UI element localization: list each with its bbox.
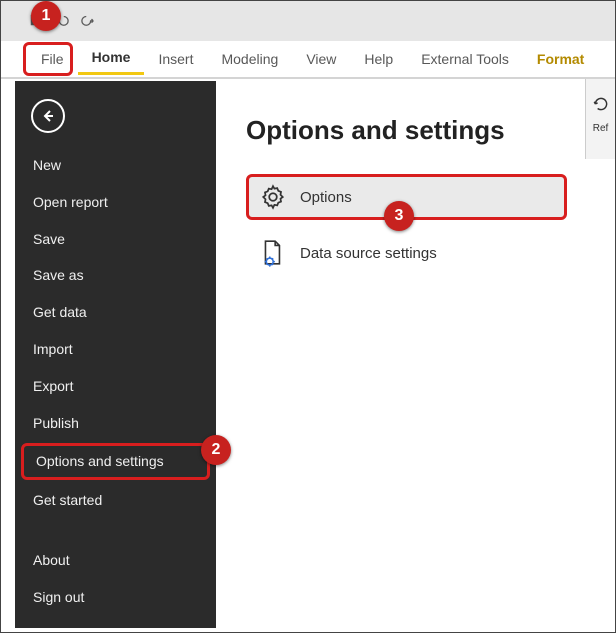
ribbon-tabs: File Home Insert Modeling View Help Exte… [1, 41, 615, 79]
tab-help[interactable]: Help [350, 45, 407, 73]
ribbon-refresh-fragment: Ref [585, 79, 615, 159]
menu-export[interactable]: Export [15, 368, 216, 405]
gear-icon [260, 184, 286, 210]
data-source-settings-row[interactable]: Data source settings [246, 230, 567, 276]
annotation-callout-1: 1 [31, 1, 61, 31]
document-gear-icon [260, 240, 286, 266]
refresh-label-fragment: Ref [593, 123, 609, 134]
menu-publish[interactable]: Publish [15, 405, 216, 442]
tab-home[interactable]: Home [78, 43, 145, 75]
page-title: Options and settings [246, 115, 567, 146]
menu-new[interactable]: New [15, 147, 216, 184]
redo-icon[interactable] [81, 13, 95, 30]
annotation-callout-3: 3 [384, 201, 414, 231]
tab-view[interactable]: View [292, 45, 350, 73]
annotation-callout-2: 2 [201, 435, 231, 465]
tab-insert[interactable]: Insert [144, 45, 207, 73]
menu-get-started[interactable]: Get started [15, 482, 216, 519]
menu-get-data[interactable]: Get data [15, 294, 216, 331]
options-label: Options [300, 189, 352, 206]
menu-save[interactable]: Save [15, 221, 216, 258]
titlebar [1, 1, 615, 41]
tab-file[interactable]: File [27, 45, 78, 73]
menu-sign-out[interactable]: Sign out [15, 579, 216, 616]
options-settings-panel: Options and settings Options Data source… [216, 81, 585, 628]
menu-import[interactable]: Import [15, 331, 216, 368]
menu-open-report[interactable]: Open report [15, 184, 216, 221]
menu-save-as[interactable]: Save as [15, 257, 216, 294]
tab-format[interactable]: Format [523, 45, 598, 73]
tab-modeling[interactable]: Modeling [207, 45, 292, 73]
menu-about[interactable]: About [15, 542, 216, 579]
back-button[interactable] [31, 99, 65, 133]
tab-external-tools[interactable]: External Tools [407, 45, 523, 73]
file-menu: New Open report Save Save as Get data Im… [15, 81, 216, 628]
menu-options-and-settings[interactable]: Options and settings [21, 443, 210, 480]
data-source-settings-label: Data source settings [300, 245, 437, 262]
